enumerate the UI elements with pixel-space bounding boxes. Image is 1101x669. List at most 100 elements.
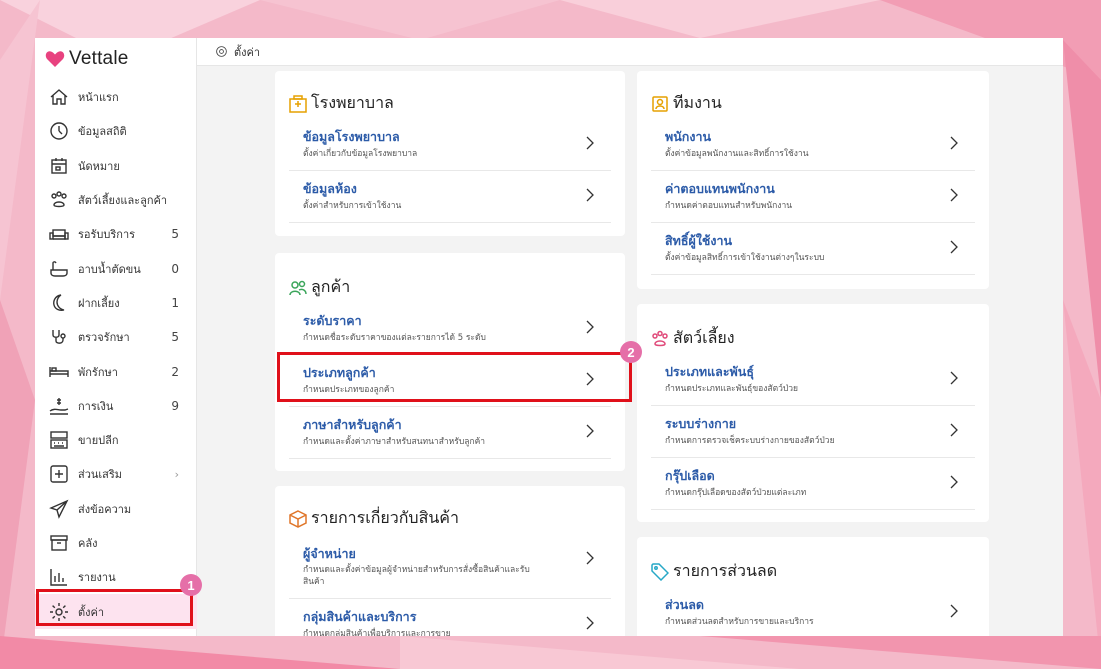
- settings-row-staff-compensation[interactable]: ค่าตอบแทนพนักงาน กำหนดค่าตอบแทนสำหรับพนั…: [651, 171, 975, 223]
- cash-register-icon: [49, 430, 69, 450]
- sidebar-item-appointments[interactable]: นัดหมาย: [35, 149, 197, 183]
- sidebar-item-label: หน้าแรก: [78, 91, 119, 105]
- sidebar-item-home[interactable]: หน้าแรก: [35, 80, 197, 114]
- calendar-icon: [49, 156, 69, 176]
- settings-row-rooms[interactable]: ข้อมูลห้อง ตั้งค่าสำหรับการเข้าใช้งาน: [289, 171, 611, 223]
- sidebar-item-label: ฝากเลี้ยง: [78, 296, 120, 310]
- chevron-right-icon: [585, 135, 595, 151]
- settings-row-user-permissions[interactable]: สิทธิ์ผู้ใช้งาน ตั้งค่าข้อมูลสิทธิ์การเข…: [651, 223, 975, 275]
- box-icon: [289, 509, 307, 528]
- card-title: สัตว์เลี้ยง: [651, 326, 735, 351]
- chevron-right-icon: [585, 319, 595, 335]
- count-badge: 1: [171, 295, 179, 310]
- sidebar-item-label: ส่งข้อความ: [78, 502, 132, 516]
- chevron-right-icon: [949, 474, 959, 490]
- sidebar-item-label: ขายปลีก: [78, 434, 119, 448]
- settings-row-discounts[interactable]: ส่วนลด กำหนดส่วนลดสำหรับการขายและบริการ: [651, 587, 975, 636]
- brand-logo[interactable]: Vettale: [45, 48, 129, 70]
- sidebar-item-addons[interactable]: ส่วนเสริม ›: [35, 457, 197, 491]
- card-title: โรงพยาบาล: [289, 91, 394, 116]
- hospital-icon: [289, 94, 307, 113]
- sidebar-item-retail[interactable]: ขายปลีก: [35, 423, 197, 457]
- sidebar-item-finance[interactable]: การเงิน 9: [35, 389, 197, 423]
- chevron-right-icon: [585, 550, 595, 566]
- count-badge: 5: [171, 330, 179, 345]
- sidebar-item-pets-customers[interactable]: สัตว์เลี้ยงและลูกค้า: [35, 183, 197, 217]
- page-title: ตั้งค่า: [234, 45, 261, 59]
- paw-icon: [652, 330, 668, 346]
- tag-icon: [651, 562, 669, 581]
- sidebar-item-treatment[interactable]: ตรวจรักษา 5: [35, 320, 197, 354]
- users-icon: [289, 280, 307, 295]
- sidebar-item-messages[interactable]: ส่งข้อความ: [35, 492, 197, 526]
- sidebar-item-label: รอรับบริการ: [78, 228, 136, 242]
- chevron-right-icon: [949, 239, 959, 255]
- moon-icon: [49, 293, 69, 313]
- settings-row-body-systems[interactable]: ระบบร่างกาย กำหนดการตรวจเช็คระบบร่างกายข…: [651, 406, 975, 458]
- highlight-box-settings: [36, 589, 193, 626]
- card-team: ทีมงาน พนักงาน ตั้งค่าข้อมูลพนักงานและสิ…: [637, 71, 989, 289]
- sidebar-item-boarding[interactable]: ฝากเลี้ยง 1: [35, 286, 197, 320]
- highlight-box-customer-types: [277, 352, 632, 402]
- home-icon: [49, 87, 69, 107]
- plus-square-icon: [49, 464, 69, 484]
- sidebar-item-inpatient[interactable]: พักรักษา 2: [35, 354, 197, 388]
- chevron-right-icon: [585, 615, 595, 631]
- sidebar-item-label: ข้อมูลสถิติ: [78, 125, 127, 139]
- topbar: ตั้งค่า: [197, 38, 1063, 66]
- chevron-right-icon: [949, 370, 959, 386]
- chevron-right-icon: [949, 187, 959, 203]
- sidebar-item-label: พักรักษา: [78, 365, 118, 379]
- sidebar-item-label: รายงาน: [78, 571, 116, 585]
- gauge-icon: [49, 121, 69, 141]
- settings-row-price-levels[interactable]: ระดับราคา กำหนดชื่อระดับราคาของแต่ละรายก…: [289, 303, 611, 355]
- money-hand-icon: [49, 396, 69, 416]
- chevron-right-icon: [585, 187, 595, 203]
- sidebar-item-label: คลัง: [78, 537, 98, 550]
- sidebar-item-stats[interactable]: ข้อมูลสถิติ: [35, 114, 197, 148]
- settings-row-staff[interactable]: พนักงาน ตั้งค่าข้อมูลพนักงานและสิทธิ์การ…: [651, 119, 975, 171]
- sidebar-item-label: อาบน้ำตัดขน: [78, 262, 141, 276]
- count-badge: 5: [171, 227, 179, 242]
- paw-icon: [49, 190, 69, 210]
- step-badge-2: 2: [620, 341, 642, 363]
- stethoscope-icon: [49, 327, 69, 347]
- settings-row-species-breeds[interactable]: ประเภทและพันธุ์ กำหนดประเภทและพันธุ์ของส…: [651, 354, 975, 406]
- sidebar-item-label: สัตว์เลี้ยงและลูกค้า: [78, 194, 168, 208]
- sidebar-nav: หน้าแรก ข้อมูลสถิติ นัดหมาย สัตว์เลี้ยงแ…: [35, 80, 197, 629]
- sidebar-item-grooming[interactable]: อาบน้ำตัดขน 0: [35, 251, 197, 285]
- sidebar-item-label: ส่วนเสริม: [78, 468, 123, 482]
- card-pets: สัตว์เลี้ยง ประเภทและพันธุ์ กำหนดประเภทแ…: [637, 304, 989, 522]
- count-badge: 2: [171, 364, 179, 379]
- sidebar-item-waiting[interactable]: รอรับบริการ 5: [35, 217, 197, 251]
- card-products: รายการเกี่ยวกับสินค้า ผู้จำหน่าย กำหนดแล…: [275, 486, 625, 636]
- card-title: ทีมงาน: [651, 91, 722, 116]
- settings-row-customer-language[interactable]: ภาษาสำหรับลูกค้า กำหนดและตั้งค่าภาษาสำหร…: [289, 407, 611, 459]
- sidebar-item-label: ตรวจรักษา: [78, 331, 130, 345]
- chevron-right-icon: ›: [174, 467, 179, 481]
- chevron-right-icon: [949, 135, 959, 151]
- sidebar: Vettale หน้าแรก ข้อมูลสถิติ นัดหมาย สัตว…: [35, 38, 197, 636]
- card-title: รายการเกี่ยวกับสินค้า: [289, 506, 459, 531]
- count-badge: 9: [171, 398, 179, 413]
- heart-icon: [45, 51, 65, 67]
- couch-icon: [49, 224, 69, 244]
- card-hospital: โรงพยาบาล ข้อมูลโรงพยาบาล ตั้งค่าเกี่ยวก…: [275, 71, 625, 236]
- settings-row-product-groups[interactable]: กลุ่มสินค้าและบริการ กำหนดกลุ่มสินค้าเพื…: [289, 599, 611, 636]
- settings-row-blood-types[interactable]: กรุ๊ปเลือด กำหนดกรุ๊ปเลือดของสัตว์ป่วยแต…: [651, 458, 975, 510]
- bathtub-icon: [49, 259, 69, 279]
- gear-icon: [216, 46, 227, 57]
- chevron-right-icon: [949, 422, 959, 438]
- bar-chart-icon: [49, 567, 69, 587]
- settings-row-hospital-info[interactable]: ข้อมูลโรงพยาบาล ตั้งค่าเกี่ยวกับข้อมูลโร…: [289, 119, 611, 171]
- count-badge: 0: [171, 261, 179, 276]
- settings-row-suppliers[interactable]: ผู้จำหน่าย กำหนดและตั้งค่าข้อมูลผู้จำหน่…: [289, 536, 611, 599]
- card-title: ลูกค้า: [289, 275, 350, 300]
- sidebar-item-label: นัดหมาย: [78, 159, 120, 173]
- bed-icon: [49, 362, 69, 382]
- card-discounts: รายการส่วนลด ส่วนลด กำหนดส่วนลดสำหรับการ…: [637, 537, 989, 636]
- sidebar-item-inventory[interactable]: คลัง: [35, 526, 197, 560]
- id-badge-icon: [652, 95, 668, 112]
- brand-name: Vettale: [69, 48, 129, 69]
- archive-icon: [49, 533, 69, 553]
